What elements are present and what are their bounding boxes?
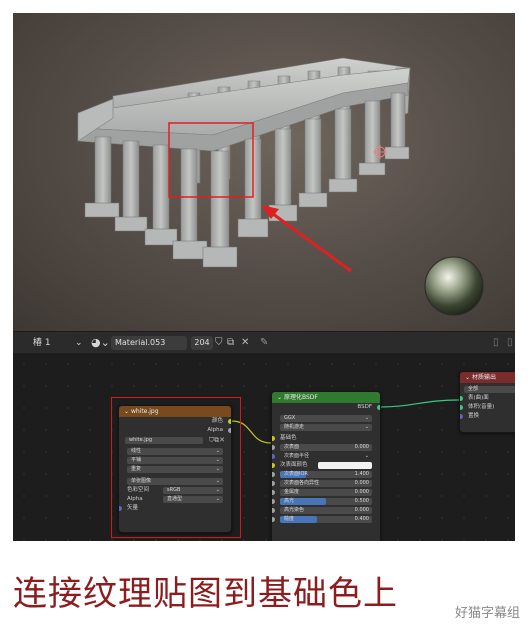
specular-field[interactable]: 高光 0.500: [280, 498, 372, 505]
subsurface-method-row: 随机游走 ⌄: [272, 423, 380, 432]
socket-roughness[interactable]: [272, 517, 275, 522]
output-bsdf-label: BSDF: [357, 404, 372, 410]
input-base-color-socket[interactable]: [272, 436, 275, 441]
target-dropdown[interactable]: 全部: [464, 386, 515, 393]
material-output-node[interactable]: ⌄ 材质输出 全部 表(曲)面 体积(音量) 置换: [459, 371, 515, 433]
roughness-field[interactable]: 糙度 0.400: [280, 516, 372, 523]
input-surface-socket[interactable]: [460, 396, 463, 401]
fake-user-shield-icon[interactable]: ⛉: [215, 332, 223, 354]
bsdf-row-1: 次表面半径 ⌄: [272, 452, 380, 461]
subsurface-radius-field[interactable]: 次表面半径 ⌄: [280, 453, 372, 460]
bsdf-row-0: 次表面 0.000: [272, 443, 380, 452]
bsdf-row-8: 糙度 0.400: [272, 515, 380, 524]
subsurface-field[interactable]: 次表面 0.000: [280, 444, 372, 451]
bsdf-node-header[interactable]: ⌄ 原理化BSDF: [272, 392, 380, 403]
socket-metallic[interactable]: [272, 490, 275, 495]
material-name-field[interactable]: Material.053: [111, 336, 187, 350]
subsurface-color-label: 次表面颜色: [280, 462, 308, 468]
bsdf-row-6: 高光 0.500: [272, 497, 380, 506]
socket-subsurface-anisotropy[interactable]: [272, 481, 275, 486]
input-displacement-label: 置换: [468, 413, 480, 419]
output-bsdf-socket[interactable]: [377, 405, 380, 410]
hdri-preview-sphere: [424, 256, 484, 316]
socket-specular[interactable]: [272, 499, 275, 504]
subsurface-anisotropy-field[interactable]: 次表面各向异性 0.000: [280, 480, 372, 487]
bsdf-row-5: 金属度 0.000: [272, 488, 380, 497]
node-highlight-box: [111, 397, 241, 538]
specular-tint-field[interactable]: 高光染色 0.000: [280, 507, 372, 514]
input-base-color-label: 基础色: [280, 435, 297, 441]
input-volume-label: 体积(音量): [468, 404, 495, 410]
pin-icon[interactable]: ✎: [260, 332, 268, 354]
metallic-field[interactable]: 金属度 0.000: [280, 489, 372, 496]
output-bsdf: BSDF: [272, 403, 380, 412]
bsdf-node-title: 原理化BSDF: [283, 394, 318, 401]
target-row: 全部: [460, 385, 515, 394]
socket-subsurface-color[interactable]: [272, 463, 275, 468]
duplicate-icon[interactable]: ⧉: [227, 332, 234, 354]
close-icon[interactable]: ✕: [241, 332, 249, 354]
bsdf-row-2: 次表面颜色: [272, 461, 380, 470]
input-displacement: 置换: [460, 412, 515, 421]
temple-model: [77, 57, 484, 316]
chevron-down-icon[interactable]: ⌄: [75, 332, 83, 354]
socket-specular-tint[interactable]: [272, 508, 275, 513]
distribution-dropdown[interactable]: GGX ⌄: [280, 415, 372, 422]
principled-bsdf-node[interactable]: ⌄ 原理化BSDF BSDF GGX ⌄ 随机游走 ⌄ 基础色 次表面 0.000 次…: [271, 391, 381, 541]
subsurface-ior-field[interactable]: 次表面IOR 1.400: [280, 471, 372, 478]
bsdf-row-3: 次表面IOR 1.400: [272, 470, 380, 479]
3d-viewport[interactable]: [13, 13, 515, 331]
input-displacement-socket[interactable]: [460, 414, 463, 419]
input-base-color: 基础色: [272, 434, 380, 443]
watermark-text: 好猫字幕组: [454, 606, 520, 621]
object-name[interactable]: 椿 1: [33, 332, 51, 354]
socket-subsurface-radius[interactable]: [272, 454, 275, 459]
arrow-line: [268, 209, 352, 273]
socket-subsurface[interactable]: [272, 445, 275, 450]
distribution-row: GGX ⌄: [272, 414, 380, 423]
bsdf-row-4: 次表面各向异性 0.000: [272, 479, 380, 488]
socket-subsurface-ior[interactable]: [272, 472, 275, 477]
input-surface-label: 表(曲)面: [468, 395, 489, 401]
node-links: [231, 399, 460, 444]
bsdf-row-7: 高光染色 0.000: [272, 506, 380, 515]
layout-icon[interactable]: ▯: [493, 332, 499, 354]
caption-text: 连接纹理贴图到基础色上: [13, 574, 398, 614]
input-volume: 体积(音量): [460, 403, 515, 412]
subsurface-color-swatch[interactable]: [318, 462, 372, 469]
layout-icon-2[interactable]: ▯: [507, 332, 513, 354]
output-node-header[interactable]: ⌄ 材质输出: [460, 372, 515, 383]
node-editor-header: 椿 1 ⌄ ◕⌄ Material.053 204 ⛉ ⧉ ✕ ✎ ▯ ▯: [13, 331, 515, 354]
user-count[interactable]: 204: [191, 336, 213, 350]
node-editor[interactable]: ⌄ white.jpg 颜色 Alpha white.jpg ⛉⧉✕ 线性 ⌄ 平…: [13, 353, 515, 541]
output-node-title: 材质输出: [471, 374, 496, 381]
subsurface-method-dropdown[interactable]: 随机游走 ⌄: [280, 424, 372, 431]
input-volume-socket[interactable]: [460, 405, 463, 410]
material-sphere-icon[interactable]: ◕⌄: [91, 332, 110, 354]
input-surface: 表(曲)面: [460, 394, 515, 403]
